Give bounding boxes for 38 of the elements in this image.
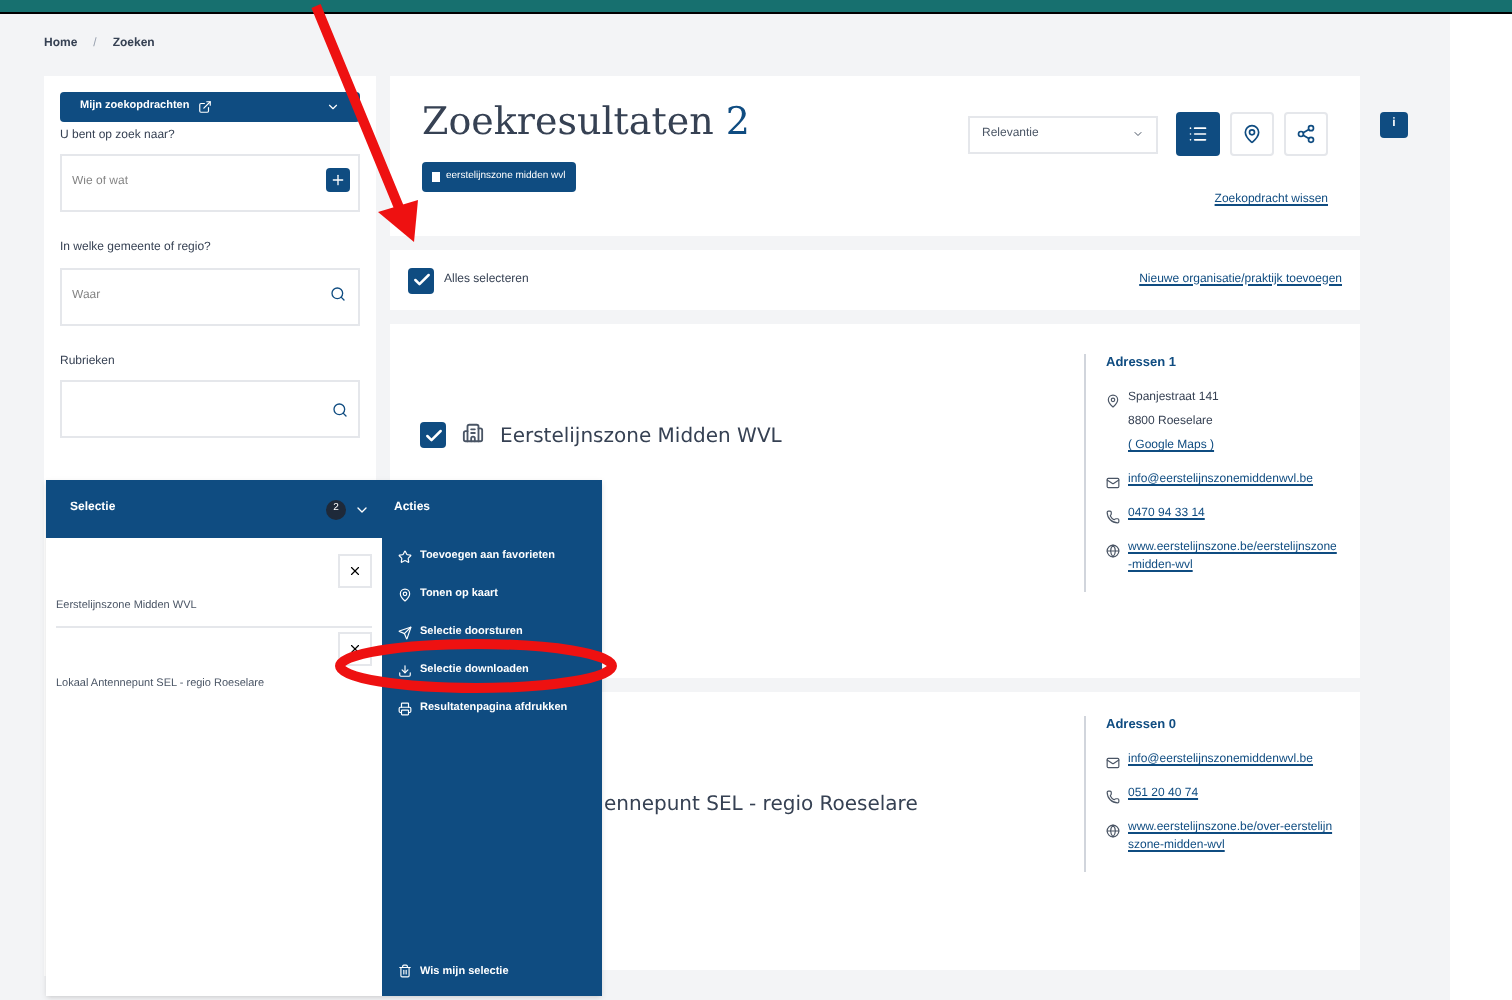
map-view-button[interactable] (1230, 112, 1274, 156)
map-icon (398, 588, 412, 602)
tag-icon (432, 172, 440, 182)
email-icon (1106, 755, 1120, 770)
close-icon (348, 642, 362, 657)
add-button[interactable] (326, 168, 350, 192)
web-icon (1106, 543, 1120, 558)
address-icon (1106, 393, 1120, 408)
organisation-name: ennepunt SEL - regio Roeselare (604, 792, 918, 820)
external-link-icon (197, 100, 212, 114)
list-icon (1188, 124, 1208, 144)
chevron-down-icon (326, 100, 340, 114)
close-icon (348, 564, 362, 578)
plus-icon (330, 172, 346, 188)
list-view-button[interactable] (1176, 112, 1220, 156)
page-title: Zoekresultaten 2 (422, 104, 751, 142)
phone-icon (1106, 789, 1120, 804)
remove-button[interactable] (338, 632, 372, 667)
phone-icon (1106, 509, 1120, 524)
print-icon (398, 702, 412, 716)
share-icon (1296, 124, 1316, 144)
chevron-down-icon (1132, 128, 1144, 140)
remove-button[interactable] (338, 554, 372, 588)
map-icon (1242, 124, 1262, 144)
favorite-icon (398, 550, 412, 564)
download-icon (398, 664, 412, 678)
search-icon (332, 401, 348, 417)
send-icon (398, 626, 412, 640)
categories-field[interactable] (60, 380, 360, 438)
email-icon (1106, 475, 1120, 490)
organisation-name: Eerstelijnszone Midden WVL (500, 424, 782, 452)
building-icon (462, 422, 484, 444)
share-view-button[interactable] (1284, 112, 1328, 156)
search-icon (330, 286, 346, 302)
web-icon (1106, 823, 1120, 838)
trash-icon (398, 964, 412, 979)
checkbox[interactable] (408, 267, 434, 293)
checkbox[interactable] (420, 422, 446, 448)
